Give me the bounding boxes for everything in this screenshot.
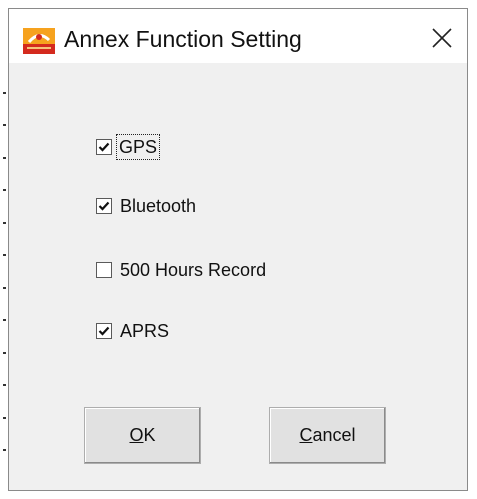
aprs-checkbox[interactable]	[96, 323, 112, 339]
cancel-button[interactable]: Cancel	[269, 407, 386, 464]
checkmark-icon	[98, 326, 110, 336]
bluetooth-checkbox[interactable]	[96, 198, 112, 214]
bluetooth-checkbox-option[interactable]: Bluetooth	[96, 194, 196, 218]
gps-checkbox[interactable]	[96, 139, 112, 155]
cancel-button-label: Cancel	[299, 425, 355, 446]
checkmark-icon	[98, 201, 110, 211]
hours-record-checkbox-option[interactable]: 500 Hours Record	[96, 258, 266, 282]
ok-mnemonic: O	[129, 425, 144, 445]
ok-button[interactable]: OK	[84, 407, 201, 464]
window-title: Annex Function Setting	[64, 26, 302, 52]
gps-checkbox-option[interactable]: GPS	[96, 134, 161, 160]
app-logo-icon	[23, 28, 55, 54]
aprs-label: APRS	[120, 321, 170, 341]
cancel-label-rest: ancel	[312, 425, 356, 445]
aprs-checkbox-option[interactable]: APRS	[96, 319, 169, 343]
close-button[interactable]	[425, 21, 459, 55]
ok-label-rest: K	[143, 425, 156, 445]
ok-button-label: OK	[129, 425, 155, 446]
left-edge-marks	[0, 0, 8, 499]
hours-record-checkbox[interactable]	[96, 262, 112, 278]
cancel-mnemonic: C	[299, 425, 313, 445]
checkmark-icon	[98, 142, 110, 152]
annex-function-dialog: Annex Function Setting GPS Bluetooth 500…	[8, 8, 468, 491]
gps-label: GPS	[115, 134, 161, 160]
title-bar: Annex Function Setting	[9, 9, 467, 63]
close-icon	[432, 28, 452, 48]
hours-record-label: 500 Hours Record	[120, 260, 267, 280]
bluetooth-label: Bluetooth	[120, 196, 197, 216]
